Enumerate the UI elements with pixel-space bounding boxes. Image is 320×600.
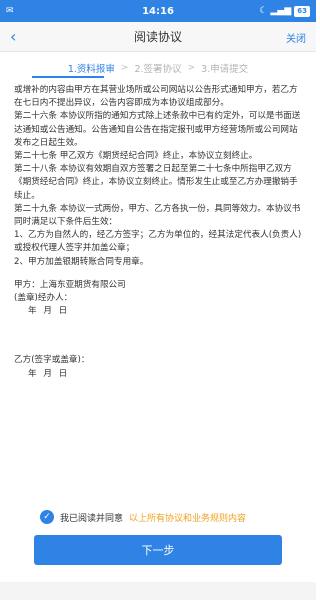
moon-icon: ☾ (259, 5, 268, 16)
party-a: 甲方：上海东亚期货有限公司 (14, 279, 126, 290)
active-step-underline (32, 76, 104, 78)
rules-link[interactable]: 以上所有协议和业务规则内容 (129, 511, 246, 524)
battery-indicator: 63 (294, 5, 310, 17)
paragraph: 第二十八条 本协议有效期自双方签署之日起至第二十七条中所指甲乙双方《期货经纪合同… (14, 164, 298, 201)
step-3: 3.申请提交 (201, 64, 249, 75)
step-2: 2.签署协议 (134, 64, 182, 75)
agree-checkbox[interactable]: ✓ (40, 510, 54, 524)
status-bar: ✉ 14:16 ☾ ▂▄▆ 63 (0, 0, 316, 22)
date-b: 年 月 日 (28, 368, 70, 379)
signal-icon: ▂▄▆ (270, 5, 292, 16)
party-b: 乙方(签字或盖章)： (14, 355, 90, 366)
paragraph: 1、乙方为自然人的，经乙方签字；乙方为单位的，经其法定代表人(负责人)或授权代理… (14, 230, 302, 254)
back-icon[interactable]: ‹ (10, 27, 16, 46)
agreement-content: 或增补的内容由甲方在其营业场所或公司网站以公告形式通知甲方，若乙方在七日内不提出… (14, 84, 304, 381)
signature-gap (14, 318, 304, 354)
page-title: 阅读协议 (133, 30, 182, 44)
step-arrow-icon: > (187, 63, 196, 73)
agreement-row: ✓ 我已阅读并同意 以上所有协议和业务规则内容 (40, 510, 246, 524)
paragraph: 第二十九条 本协议一式两份，甲方、乙方各执一份，具同等效力。本协议书同时满足以下… (14, 203, 301, 228)
agree-text: 我已阅读并同意 (60, 513, 124, 524)
signature-block: 甲方：上海东亚期货有限公司 (盖章)经办人： 年 月 日 乙方(签字或盖章)： … (14, 279, 304, 381)
steps-indicator: 1.资料报审 > 2.签署协议 > 3.申请提交 (0, 58, 316, 78)
notification-icon: ✉ (6, 5, 14, 16)
paragraph: 第二十六条 本协议所指的通知方式除上述条款中已有约定外，可以是书面送达通知或公告… (14, 111, 301, 148)
paragraph: 第二十七条 甲乙双方《期货经纪合同》终止，本协议立刻终止。 (14, 151, 258, 162)
next-button[interactable]: 下一步 (34, 535, 282, 565)
nav-bar: ‹ 阅读协议 关闭 (0, 22, 316, 52)
step-1: 1.资料报审 (67, 64, 115, 75)
status-left: ✉ (6, 5, 14, 16)
paragraph: 2、甲方加盖银期转账合同专用章。 (14, 256, 149, 267)
close-button[interactable]: 关闭 (286, 30, 306, 45)
party-a-sign: (盖章)经办人： (14, 293, 73, 304)
bottom-bar (0, 582, 316, 600)
paragraph: 或增补的内容由甲方在其营业场所或公司网站以公告形式通知甲方，若乙方在七日内不提出… (14, 85, 298, 109)
status-right: ☾ ▂▄▆ 63 (259, 5, 310, 17)
date-a: 年 月 日 (28, 306, 70, 317)
step-arrow-icon: > (120, 63, 129, 73)
